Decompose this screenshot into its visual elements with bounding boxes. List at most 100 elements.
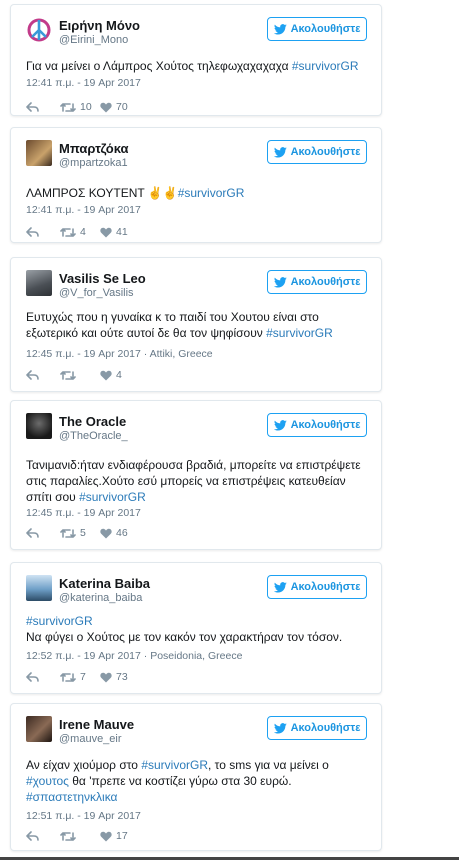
user-name[interactable]: Katerina Baiba — [59, 576, 150, 591]
retweet-count: 5 — [80, 527, 86, 539]
user-name[interactable]: The Oracle — [59, 414, 126, 429]
user-handle[interactable]: @katerina_baiba — [59, 592, 142, 604]
tweet-text: Τανιμανιδ:ήταν ενδιαφέρουσα βραδιά, μπορ… — [26, 457, 369, 505]
avatar[interactable] — [26, 270, 52, 296]
retweet-button[interactable]: 5 — [60, 527, 100, 539]
tweet-card[interactable]: Vasilis Se Leo @V_for_Vasilis Ακολουθήστε Ε… — [10, 257, 382, 392]
reply-icon — [26, 527, 39, 538]
user-handle[interactable]: @Eirini_Mono — [59, 34, 128, 46]
reply-button[interactable] — [26, 830, 60, 842]
follow-label: Ακολουθήστε — [290, 581, 361, 593]
reply-icon — [26, 671, 39, 682]
retweet-button[interactable]: 7 — [60, 671, 100, 683]
user-name[interactable]: Vasilis Se Leo — [59, 271, 146, 286]
like-button[interactable]: 73 — [100, 671, 128, 683]
follow-button[interactable]: Ακολουθήστε — [267, 716, 367, 740]
tweet-text: #survivorGR Να φύγει ο Χούτος με τον κακό… — [26, 613, 369, 645]
tweet-timestamp[interactable]: 12:41 π.μ. - 19 Apr 2017 — [26, 77, 141, 89]
avatar[interactable] — [26, 140, 52, 166]
reply-button[interactable] — [26, 671, 60, 683]
follow-label: Ακολουθήστε — [290, 146, 361, 158]
tweet-actions: 4 — [26, 368, 122, 382]
tweet-text: ΛΑΜΠΡΟΣ ΚΟΥΤΕΝΤ ✌✌#survivorGR — [26, 185, 369, 201]
follow-button[interactable]: Ακολουθήστε — [267, 140, 367, 164]
tweet-timestamp[interactable]: 12:45 π.μ. - 19 Apr 2017 · Attiki, Greec… — [26, 348, 213, 360]
retweet-count: 7 — [80, 671, 86, 683]
retweet-button[interactable]: 4 — [60, 226, 100, 238]
tweet-timestamp[interactable]: 12:45 π.μ. - 19 Apr 2017 — [26, 507, 141, 519]
hashtag-link[interactable]: #survivorGR — [79, 490, 146, 504]
tweet-text: Αν είχαν χιούμορ στο #survivorGR, το sms… — [26, 757, 369, 805]
retweet-button[interactable]: 10 — [60, 101, 100, 113]
hashtag-link[interactable]: #σπαστετηνκλικα — [26, 790, 118, 804]
user-name[interactable]: Ειρήνη Μόνο — [59, 18, 140, 33]
tweet-actions: 10 70 — [26, 100, 128, 114]
tweet-actions: 7 73 — [26, 670, 128, 684]
tweet-card[interactable]: Irene Mauve @mauve_eir Ακολουθήστε Αν είχαν… — [10, 703, 382, 851]
follow-button[interactable]: Ακολουθήστε — [267, 270, 367, 294]
tweet-card[interactable]: Ειρήνη Μόνο @Eirini_Mono Ακολουθήστε Για να… — [10, 4, 382, 116]
reply-icon — [26, 830, 39, 841]
reply-button[interactable] — [26, 527, 60, 539]
hashtag-link[interactable]: #survivorGR — [178, 186, 245, 200]
reply-button[interactable] — [26, 101, 60, 113]
follow-button[interactable]: Ακολουθήστε — [267, 413, 367, 437]
heart-icon — [100, 102, 112, 112]
retweet-icon — [60, 227, 76, 237]
retweet-button[interactable] — [60, 831, 100, 842]
hashtag-link[interactable]: #survivorGR — [141, 758, 208, 772]
tweet-actions: 4 41 — [26, 225, 128, 239]
retweet-button[interactable] — [60, 370, 100, 381]
avatar[interactable] — [26, 716, 52, 742]
reply-button[interactable] — [26, 226, 60, 238]
hashtag-link[interactable]: #χουτος — [26, 774, 69, 788]
twitter-bird-icon — [273, 722, 287, 733]
like-button[interactable]: 4 — [100, 369, 122, 381]
reply-button[interactable] — [26, 369, 60, 381]
avatar[interactable] — [26, 575, 52, 601]
retweet-icon — [60, 370, 76, 380]
tweet-text: Για να μείνει ο Λάμπρος Χούτος τηλεφωχαχ… — [26, 58, 369, 74]
follow-label: Ακολουθήστε — [290, 722, 361, 734]
user-handle[interactable]: @mpartzoka1 — [59, 157, 128, 169]
heart-icon — [100, 370, 112, 380]
hashtag-link[interactable]: #survivorGR — [26, 614, 93, 628]
tweet-text-segment: Να φύγει ο Χούτος με τον κακόν τον χαρακ… — [26, 630, 343, 644]
tweet-card[interactable]: Μπαρτζόκα @mpartzoka1 Ακολουθήστε ΛΑΜΠΡΟΣ Κ… — [10, 127, 382, 243]
hashtag-link[interactable]: #survivorGR — [292, 59, 359, 73]
like-count: 17 — [116, 830, 128, 842]
like-button[interactable]: 41 — [100, 226, 128, 238]
follow-button[interactable]: Ακολουθήστε — [267, 17, 367, 41]
user-name[interactable]: Irene Mauve — [59, 717, 134, 732]
heart-icon — [100, 672, 112, 682]
hashtag-link[interactable]: #survivorGR — [266, 326, 333, 340]
like-count: 41 — [116, 226, 128, 238]
retweet-icon — [60, 831, 76, 841]
follow-button[interactable]: Ακολουθήστε — [267, 575, 367, 599]
like-count: 70 — [116, 101, 128, 113]
like-count: 46 — [116, 527, 128, 539]
user-handle[interactable]: @V_for_Vasilis — [59, 287, 134, 299]
tweet-card[interactable]: The Oracle @TheOracle_ Ακολουθήστε Τανιμανι… — [10, 400, 382, 550]
like-button[interactable]: 17 — [100, 830, 128, 842]
peace-sign-icon — [27, 18, 51, 42]
twitter-bird-icon — [273, 146, 287, 157]
retweet-icon — [60, 102, 76, 112]
user-handle[interactable]: @mauve_eir — [59, 733, 122, 745]
tweet-timestamp[interactable]: 12:52 π.μ. - 19 Apr 2017 · Poseidonia, G… — [26, 650, 242, 662]
twitter-bird-icon — [273, 419, 287, 430]
heart-icon — [100, 227, 112, 237]
tweet-timestamp[interactable]: 12:51 π.μ. - 19 Apr 2017 — [26, 810, 141, 822]
follow-label: Ακολουθήστε — [290, 419, 361, 431]
retweet-icon — [60, 528, 76, 538]
user-handle[interactable]: @TheOracle_ — [59, 430, 128, 442]
like-button[interactable]: 46 — [100, 527, 128, 539]
tweet-timestamp[interactable]: 12:41 π.μ. - 19 Apr 2017 — [26, 204, 141, 216]
user-name[interactable]: Μπαρτζόκα — [59, 141, 129, 156]
tweet-card[interactable]: Katerina Baiba @katerina_baiba Ακολουθήστε… — [10, 562, 382, 694]
like-count: 73 — [116, 671, 128, 683]
avatar[interactable] — [26, 413, 52, 439]
like-button[interactable]: 70 — [100, 101, 128, 113]
tweet-text-segment: Αν είχαν χιούμορ στο — [26, 758, 142, 772]
avatar[interactable] — [26, 17, 52, 43]
